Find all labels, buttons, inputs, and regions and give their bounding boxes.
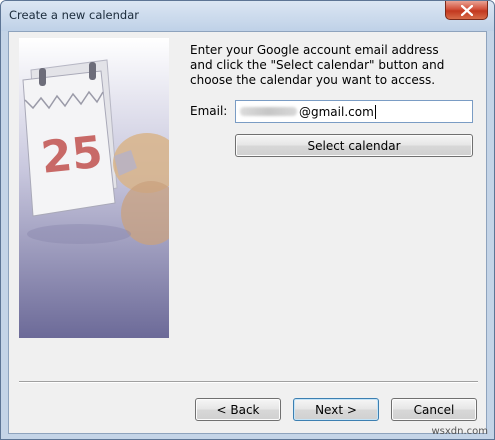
back-button[interactable]: < Back: [195, 398, 281, 421]
email-value: @gmail.com: [299, 104, 374, 119]
cancel-button[interactable]: Cancel: [391, 398, 477, 421]
dialog-window: Create a new calendar 25 Enter your Goog…: [0, 0, 495, 440]
instructions-text: Enter your Google account email address …: [190, 43, 445, 87]
select-calendar-button[interactable]: Select calendar: [235, 134, 473, 157]
dialog-body: 25 Enter your Google account email addre…: [8, 31, 487, 434]
email-field[interactable]: @gmail.com: [235, 100, 473, 123]
calendar-day-number: 25: [39, 127, 105, 184]
next-button[interactable]: Next >: [293, 398, 379, 421]
close-icon: [460, 4, 473, 16]
title-bar[interactable]: Create a new calendar: [1, 1, 494, 31]
calendar-icon: 25: [22, 59, 169, 245]
watermark: wsxdn.com: [431, 426, 488, 437]
text-caret: [374, 104, 376, 119]
window-title: Create a new calendar: [9, 8, 139, 22]
footer-divider: [19, 381, 478, 383]
redacted-username: [240, 107, 297, 116]
calendar-illustration: 25: [19, 38, 169, 338]
email-label: Email:: [190, 104, 228, 118]
close-button[interactable]: [445, 1, 488, 20]
